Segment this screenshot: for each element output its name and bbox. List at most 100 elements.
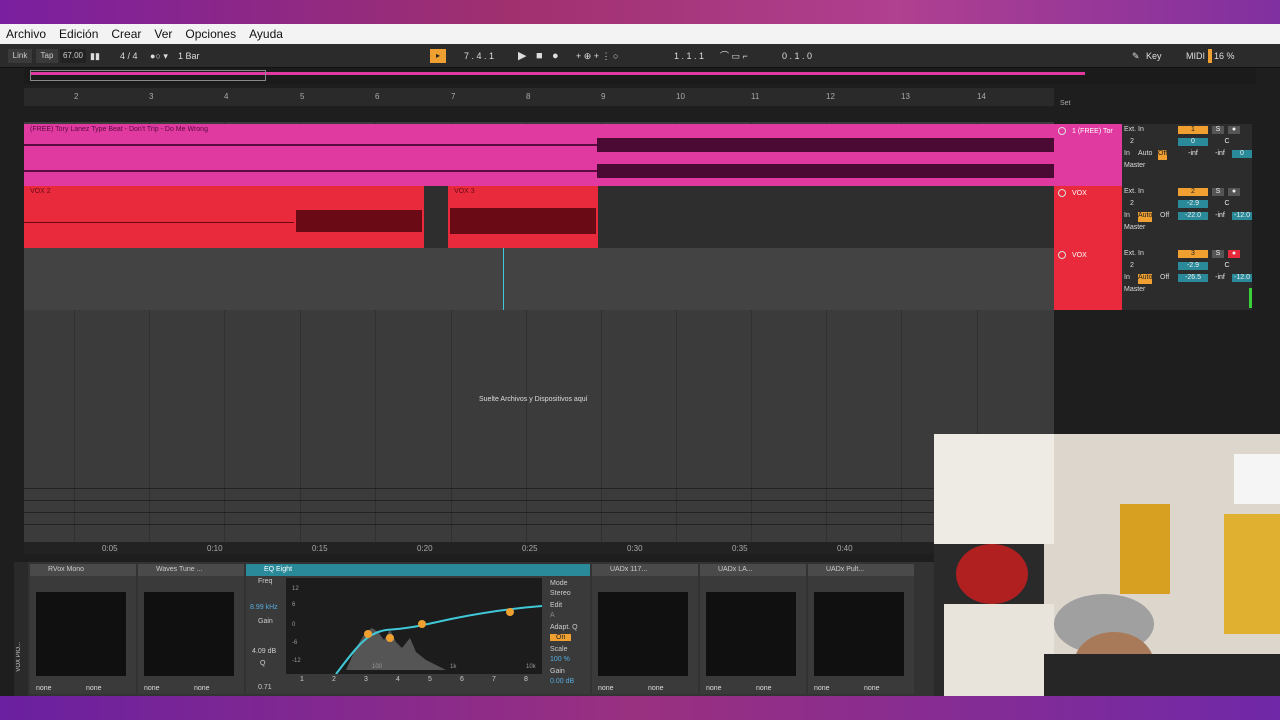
monitor-auto[interactable]: Auto xyxy=(1138,212,1153,222)
track-header-vox[interactable]: VOX xyxy=(1054,186,1122,248)
adaptive-q-toggle[interactable]: On xyxy=(550,634,572,641)
quantize-select[interactable]: 1 Bar xyxy=(178,49,200,63)
output-select[interactable]: Master xyxy=(1124,224,1145,234)
band-button[interactable]: 1 xyxy=(300,676,304,690)
track-number[interactable]: 2 xyxy=(1178,188,1208,196)
gain-value[interactable]: 4.09 dB xyxy=(252,648,276,655)
send-a-field[interactable]: -inf xyxy=(1178,150,1208,158)
follow-button[interactable]: ▸ xyxy=(430,49,446,63)
band-button[interactable]: 3 xyxy=(364,676,368,690)
send-b-field[interactable]: -inf xyxy=(1208,274,1232,282)
fold-icon[interactable] xyxy=(1058,189,1066,197)
menu-ver[interactable]: Ver xyxy=(154,27,172,41)
device-title[interactable]: UADx 117... xyxy=(592,564,698,576)
menu-opciones[interactable]: Opciones xyxy=(185,27,236,41)
volume-field[interactable]: 0 xyxy=(1178,138,1208,146)
menu-edicion[interactable]: Edición xyxy=(59,27,98,41)
menu-archivo[interactable]: Archivo xyxy=(6,27,46,41)
device-title[interactable]: Waves Tune ... xyxy=(138,564,244,576)
device-uadx-pultec[interactable]: UADx Pult... none none xyxy=(808,564,914,694)
macro-select[interactable]: none xyxy=(194,685,210,692)
send-c-field[interactable]: -12.0 xyxy=(1232,212,1252,220)
device-waves-tune[interactable]: Waves Tune ... none none xyxy=(138,564,244,694)
stop-button[interactable]: ■ xyxy=(536,49,543,63)
play-button[interactable]: ▶ xyxy=(518,49,526,63)
pan-field[interactable]: C xyxy=(1212,262,1242,270)
track-number[interactable]: 1 xyxy=(1178,126,1208,134)
loop-start-field[interactable]: 1 . 1 . 1 xyxy=(674,49,704,63)
eq-graph[interactable] xyxy=(286,578,542,674)
macro-select[interactable]: none xyxy=(756,685,772,692)
arm-button[interactable]: ● xyxy=(1228,126,1240,134)
overview-viewport[interactable] xyxy=(30,70,266,81)
band-button[interactable]: 6 xyxy=(460,676,464,690)
monitor-auto[interactable]: Auto xyxy=(1138,150,1152,160)
band-button[interactable]: 8 xyxy=(524,676,528,690)
menu-crear[interactable]: Crear xyxy=(111,27,141,41)
menu-ayuda[interactable]: Ayuda xyxy=(249,27,283,41)
q-value[interactable]: 0.71 xyxy=(258,684,272,691)
device-title[interactable]: RVox Mono xyxy=(30,564,136,576)
monitor-off[interactable]: Off xyxy=(1160,274,1169,284)
macro-select[interactable]: none xyxy=(36,685,52,692)
macro-select[interactable]: none xyxy=(86,685,102,692)
arrangement-overview[interactable] xyxy=(24,68,1256,84)
metronome-icon[interactable]: ▮▮ xyxy=(90,49,100,63)
arm-button[interactable]: ● xyxy=(1228,250,1240,258)
position-field[interactable]: 7 . 4 . 1 xyxy=(464,49,494,63)
mode-select[interactable]: Stereo xyxy=(550,590,571,597)
volume-field[interactable]: -2.9 xyxy=(1178,262,1208,270)
midi-map-button[interactable]: MIDI xyxy=(1186,49,1205,63)
macro-select[interactable]: none xyxy=(144,685,160,692)
device-uadx-1176[interactable]: UADx 117... none none xyxy=(592,564,698,694)
beat-ruler[interactable]: 2 3 4 5 6 7 8 9 10 11 12 13 14 xyxy=(24,88,1054,106)
macro-select[interactable]: none xyxy=(864,685,880,692)
device-title[interactable]: UADx Pult... xyxy=(808,564,914,576)
send-b-field[interactable]: -inf xyxy=(1208,150,1232,158)
arrangement-view[interactable]: (FREE) Tory Lanez Type Beat - Don't Trip… xyxy=(24,122,1054,542)
beat-clip[interactable]: (FREE) Tory Lanez Type Beat - Don't Trip… xyxy=(24,124,1054,186)
input-select[interactable]: Ext. In xyxy=(1124,188,1144,198)
overdub-icon[interactable]: + ⊕ + ⋮ ○ xyxy=(576,49,619,63)
output-gain-value[interactable]: 0.00 dB xyxy=(550,678,574,685)
time-ruler[interactable]: 0:05 0:10 0:15 0:20 0:25 0:30 0:35 0:40 xyxy=(24,542,934,554)
solo-button[interactable]: S xyxy=(1212,250,1224,258)
vox-empty-lane[interactable] xyxy=(24,248,1054,310)
send-c-field[interactable]: 0 xyxy=(1232,150,1252,158)
monitor-in[interactable]: In xyxy=(1124,150,1130,160)
record-mode-icon[interactable]: ●○ ▾ xyxy=(150,49,168,63)
track-name[interactable]: VOX xyxy=(1072,190,1087,197)
vox-clip-2[interactable]: VOX 3 xyxy=(448,186,598,248)
arm-button[interactable]: ● xyxy=(1228,188,1240,196)
output-select[interactable]: Master xyxy=(1124,162,1145,172)
track-name[interactable]: VOX xyxy=(1072,252,1087,259)
record-button[interactable]: ● xyxy=(552,49,559,63)
tap-button[interactable]: Tap xyxy=(36,49,58,63)
monitor-auto[interactable]: Auto xyxy=(1138,274,1153,284)
channel-select[interactable]: 2 xyxy=(1130,138,1134,148)
loop-length-field[interactable]: 0 . 1 . 0 xyxy=(782,49,812,63)
band-button[interactable]: 5 xyxy=(428,676,432,690)
send-b-field[interactable]: -inf xyxy=(1208,212,1232,220)
link-button[interactable]: Link xyxy=(8,49,32,63)
channel-select[interactable]: 2 xyxy=(1130,200,1134,210)
device-uadx-la[interactable]: UADx LA... none none xyxy=(700,564,806,694)
draw-mode-icon[interactable]: ✎ xyxy=(1132,49,1140,63)
track-number[interactable]: 3 xyxy=(1178,250,1208,258)
monitor-in[interactable]: In xyxy=(1124,212,1130,222)
input-select[interactable]: Ext. In xyxy=(1124,250,1144,260)
device-eq-eight[interactable]: EQ Eight Freq 8.99 kHz Gain 4.09 dB Q 0.… xyxy=(246,564,590,694)
fold-icon[interactable] xyxy=(1058,127,1066,135)
edit-value[interactable]: A xyxy=(550,612,555,619)
macro-select[interactable]: none xyxy=(814,685,830,692)
band-button[interactable]: 2 xyxy=(332,676,336,690)
device-title[interactable]: UADx LA... xyxy=(700,564,806,576)
tempo-field[interactable]: 67.00 xyxy=(60,49,86,63)
monitor-off[interactable]: Off xyxy=(1158,150,1168,160)
key-map-button[interactable]: Key xyxy=(1146,49,1162,63)
monitor-off[interactable]: Off xyxy=(1160,212,1169,222)
input-select[interactable]: Ext. In xyxy=(1124,126,1144,136)
solo-button[interactable]: S xyxy=(1212,126,1224,134)
band-button[interactable]: 7 xyxy=(492,676,496,690)
vox-lane[interactable]: VOX 2 VOX 3 xyxy=(24,186,1054,248)
